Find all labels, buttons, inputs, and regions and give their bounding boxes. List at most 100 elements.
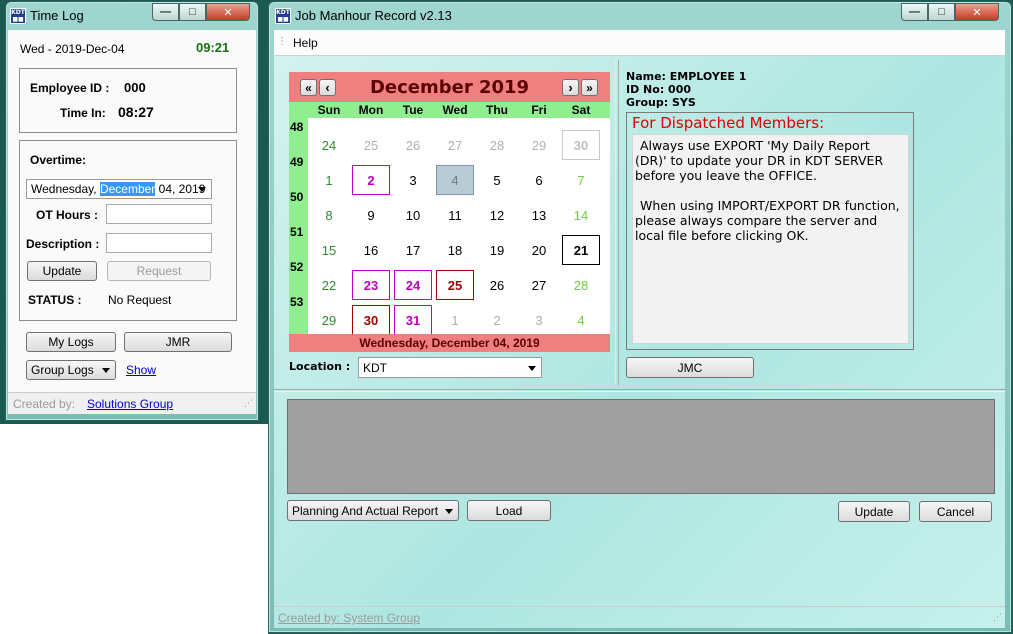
group-logs-select[interactable]: Group Logs (26, 360, 116, 380)
calendar-day[interactable]: 29 (310, 305, 348, 335)
jmr-titlebar[interactable]: KDT ■■ Job Manhour Record v2.13 — □ ✕ (269, 2, 1011, 30)
calendar-weekday-sun: Sun (317, 103, 341, 117)
calendar[interactable]: « ‹ December 2019 › » Sun Mon Tue Wed Thu Fri… (289, 72, 610, 352)
calendar-weekday-mon: Mon (358, 103, 384, 117)
calendar-day[interactable]: 2 (352, 165, 390, 195)
menu-help[interactable]: Help (293, 36, 318, 50)
calendar-day[interactable]: 2 (478, 305, 516, 335)
calendar-day[interactable]: 30 (352, 305, 390, 335)
calendar-day[interactable]: 15 (310, 235, 348, 265)
calendar-day[interactable]: 11 (436, 200, 474, 230)
dispatched-text-1: Always use EXPORT 'My Daily Report (DR)'… (635, 138, 884, 183)
calendar-day[interactable]: 24 (394, 270, 432, 300)
calendar-day[interactable]: 24 (310, 130, 348, 160)
minimize-icon: — (909, 6, 920, 18)
calendar-day[interactable]: 4 (436, 165, 474, 195)
report-type-select[interactable]: Planning And Actual Report (287, 500, 459, 521)
report-area[interactable] (287, 399, 995, 494)
calendar-day[interactable]: 28 (478, 130, 516, 160)
created-by-link[interactable]: Solutions Group (87, 397, 173, 411)
calendar-day[interactable]: 31 (394, 305, 432, 335)
calendar-weekday-fri: Fri (531, 103, 547, 117)
my-logs-button[interactable]: My Logs (26, 332, 116, 352)
cancel-button[interactable]: Cancel (919, 501, 992, 522)
jmc-button[interactable]: JMC (626, 357, 754, 378)
calendar-day[interactable]: 16 (352, 235, 390, 265)
calendar-day[interactable]: 7 (562, 165, 600, 195)
jmr-button[interactable]: JMR (124, 332, 232, 352)
calendar-day[interactable]: 4 (562, 305, 600, 335)
location-select[interactable]: KDT (358, 357, 542, 378)
section-divider (274, 389, 1005, 392)
load-button[interactable]: Load (467, 500, 551, 521)
time-log-titlebar[interactable]: KDT ■■ Time Log — □ ✕ (6, 2, 258, 30)
menu-grip-icon: ⋮ (277, 36, 287, 47)
calendar-day[interactable]: 14 (562, 200, 600, 230)
calendar-day[interactable]: 21 (562, 235, 600, 265)
calendar-day[interactable]: 5 (478, 165, 516, 195)
calendar-footer[interactable]: Wednesday, December 04, 2019 (289, 334, 610, 352)
overtime-date-picker[interactable]: Wednesday, December 04, 2019 (26, 179, 212, 199)
close-button[interactable]: ✕ (955, 3, 999, 21)
calendar-weekday-sat: Sat (571, 103, 591, 117)
resize-grip-icon[interactable]: ⋰ (244, 398, 253, 409)
calendar-day[interactable]: 26 (394, 130, 432, 160)
calendar-day[interactable]: 1 (436, 305, 474, 335)
overtime-request-button[interactable]: Request (107, 261, 211, 281)
calendar-next-year-button[interactable]: » (581, 79, 598, 96)
show-link[interactable]: Show (126, 363, 156, 377)
maximize-button[interactable]: □ (928, 3, 955, 21)
ot-hours-input[interactable] (106, 204, 212, 224)
time-in-value: 08:27 (118, 104, 154, 120)
update-button[interactable]: Update (838, 501, 910, 522)
calendar-day[interactable]: 23 (352, 270, 390, 300)
location-value: KDT (363, 360, 387, 375)
calendar-day[interactable]: 19 (478, 235, 516, 265)
calendar-day[interactable]: 3 (394, 165, 432, 195)
calendar-day[interactable]: 29 (520, 130, 558, 160)
calendar-day[interactable]: 12 (478, 200, 516, 230)
calendar-day[interactable]: 26 (478, 270, 516, 300)
calendar-day[interactable]: 25 (352, 130, 390, 160)
calendar-day[interactable]: 3 (520, 305, 558, 335)
employee-name: Name: EMPLOYEE 1 (626, 70, 747, 83)
time-log-window: KDT ■■ Time Log — □ ✕ Wed - 2019-Dec-04 0… (5, 1, 259, 421)
calendar-day[interactable]: 13 (520, 200, 558, 230)
calendar-week-number: 52 (290, 260, 304, 274)
jmr-client: ⋮ Help « ‹ December 2019 › » Sun Mon Tue We… (274, 30, 1005, 628)
calendar-day[interactable]: 22 (310, 270, 348, 300)
status-label: STATUS : (28, 293, 82, 307)
calendar-day[interactable]: 27 (520, 270, 558, 300)
calendar-week-number: 50 (290, 190, 304, 204)
calendar-day[interactable]: 9 (352, 200, 390, 230)
calendar-day[interactable]: 1 (310, 165, 348, 195)
minimize-button[interactable]: — (901, 3, 928, 21)
close-icon: ✕ (223, 6, 233, 19)
calendar-week-number: 49 (290, 155, 304, 169)
minimize-button[interactable]: — (152, 3, 179, 21)
ot-hours-label: OT Hours : (36, 208, 98, 222)
calendar-day[interactable]: 28 (562, 270, 600, 300)
description-input[interactable] (106, 233, 212, 253)
calendar-day[interactable]: 10 (394, 200, 432, 230)
overtime-update-button[interactable]: Update (27, 261, 97, 281)
employee-id: ID No: 000 (626, 83, 692, 96)
calendar-day[interactable]: 18 (436, 235, 474, 265)
calendar-day[interactable]: 17 (394, 235, 432, 265)
maximize-button[interactable]: □ (179, 3, 206, 21)
calendar-day[interactable]: 20 (520, 235, 558, 265)
current-clock: 09:21 (196, 40, 230, 55)
calendar-day[interactable]: 27 (436, 130, 474, 160)
menu-bar: ⋮ Help (274, 30, 1005, 56)
calendar-day[interactable]: 25 (436, 270, 474, 300)
overtime-date-pre: Wednesday, (31, 182, 97, 196)
overtime-date-month: December (99, 182, 156, 196)
calendar-week-number: 53 (290, 295, 304, 309)
calendar-day[interactable]: 30 (562, 130, 600, 160)
current-date: Wed - 2019-Dec-04 (20, 42, 125, 56)
resize-grip-icon[interactable]: ⋰ (993, 612, 1002, 623)
calendar-day[interactable]: 8 (310, 200, 348, 230)
calendar-day[interactable]: 6 (520, 165, 558, 195)
close-button[interactable]: ✕ (206, 3, 250, 21)
calendar-next-month-button[interactable]: › (562, 79, 579, 96)
